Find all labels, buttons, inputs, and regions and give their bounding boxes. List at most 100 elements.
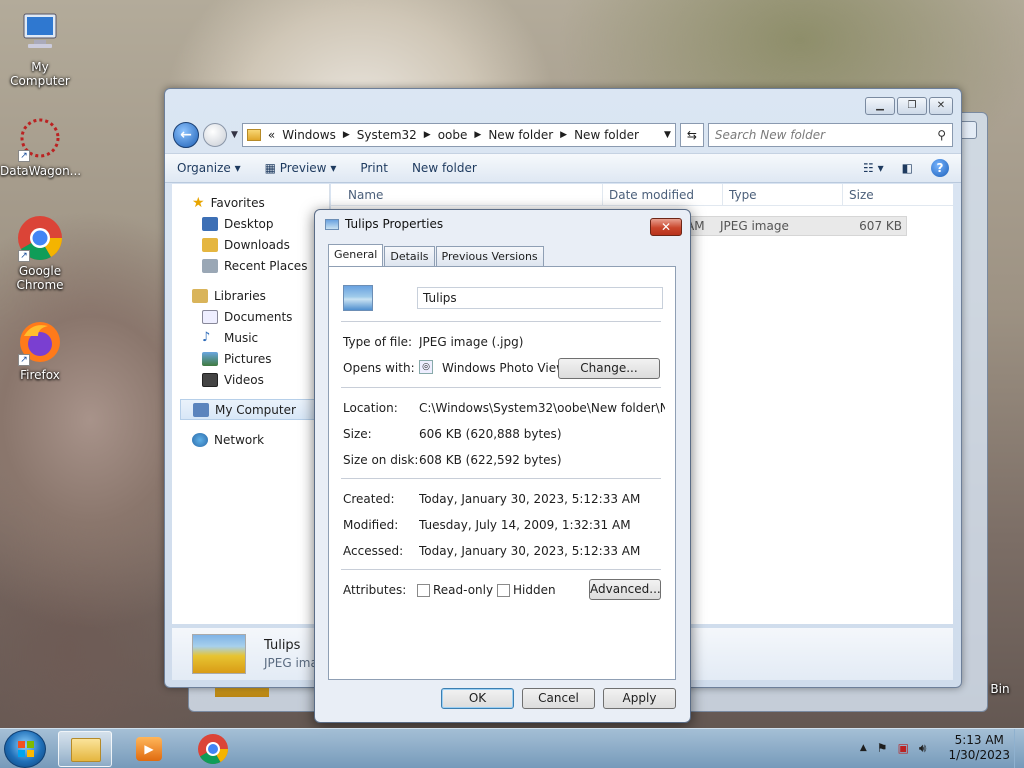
nav-desktop[interactable]: Desktop — [172, 213, 329, 234]
nav-pictures[interactable]: Pictures — [172, 348, 329, 369]
shortcut-arrow-icon: ↗ — [18, 150, 30, 162]
nav-downloads[interactable]: Downloads — [172, 234, 329, 255]
pictures-icon — [202, 351, 218, 366]
back-button[interactable]: ← — [173, 122, 199, 148]
file-row-tulips[interactable]: AM JPEG image 607 KB — [681, 216, 907, 236]
breadcrumb-new-folder-current[interactable]: New folder — [574, 128, 639, 142]
taskbar-media-player[interactable]: ▶ — [122, 731, 176, 767]
desktop-icon-datawagon[interactable]: ↗ DataWagon... — [0, 114, 81, 178]
desktop-icon-label: Google Chrome — [16, 264, 64, 292]
desktop-icon-chrome[interactable]: ↗ Google Chrome — [0, 214, 80, 292]
address-dropdown-icon[interactable]: ▼ — [664, 130, 671, 140]
preview-pane-button[interactable]: ◧ — [902, 161, 913, 175]
nav-documents[interactable]: Documents — [172, 306, 329, 327]
breadcrumb-system32[interactable]: System32 — [357, 128, 417, 142]
breadcrumb-overflow[interactable]: « — [268, 128, 275, 142]
attributes-label: Attributes: — [343, 583, 407, 597]
nav-favorites[interactable]: ★ Favorites — [172, 192, 329, 213]
close-button[interactable]: ✕ — [929, 97, 953, 115]
new-folder-button[interactable]: New folder — [412, 161, 477, 175]
volume-icon[interactable]: 🔊︎ — [919, 741, 927, 756]
column-name[interactable]: Name — [331, 184, 603, 205]
column-date-modified[interactable]: Date modified — [603, 184, 723, 205]
recent-pages-dropdown[interactable]: ▼ — [231, 130, 238, 140]
help-button[interactable]: ? — [931, 159, 949, 177]
read-only-checkbox[interactable] — [417, 584, 430, 597]
dialog-close-button[interactable]: ✕ — [650, 218, 682, 236]
column-type[interactable]: Type — [723, 184, 843, 205]
breadcrumb-separator-icon[interactable]: ▶ — [560, 130, 567, 140]
preview-button[interactable]: ▦ Preview ▾ — [265, 161, 337, 175]
forward-button[interactable] — [203, 123, 227, 147]
nav-my-computer[interactable]: My Computer — [180, 399, 325, 420]
taskbar-chrome[interactable] — [186, 731, 240, 767]
file-type: JPEG image — [720, 219, 789, 233]
datawagon-icon: ↗ — [16, 114, 64, 162]
shortcut-arrow-icon: ↗ — [18, 250, 30, 262]
show-hidden-icons-button[interactable]: ▲ — [860, 743, 867, 753]
tab-previous-versions[interactable]: Previous Versions — [435, 246, 544, 266]
desktop-icon-label: Firefox — [20, 368, 60, 382]
apply-button[interactable]: Apply — [603, 688, 676, 709]
music-icon: ♪ — [202, 330, 211, 345]
change-button[interactable]: Change... — [558, 358, 660, 379]
divider — [341, 321, 661, 322]
nav-recent-places[interactable]: Recent Places — [172, 255, 329, 276]
breadcrumb-separator-icon[interactable]: ▶ — [474, 130, 481, 140]
nav-music[interactable]: ♪ Music — [172, 327, 329, 348]
clock-date: 1/30/2023 — [948, 748, 1010, 762]
breadcrumb-oobe[interactable]: oobe — [438, 128, 468, 142]
taskbar: ▶ ▲ ⚑ ▣ 🔊︎ 5:13 AM 1/30/2023 — [0, 728, 1024, 768]
print-button[interactable]: Print — [360, 161, 388, 175]
tab-details[interactable]: Details — [384, 246, 435, 266]
show-desktop-button[interactable] — [1014, 729, 1024, 768]
clock[interactable]: 5:13 AM 1/30/2023 — [948, 733, 1010, 763]
network-tray-icon[interactable]: ▣ — [898, 741, 909, 755]
hidden-checkbox[interactable] — [497, 584, 510, 597]
location-value: C:\Windows\System32\oobe\New folder\New … — [419, 401, 665, 415]
opens-with-label: Opens with: — [343, 361, 415, 375]
read-only-label[interactable]: Read-only — [433, 583, 493, 597]
breadcrumb-separator-icon[interactable]: ▶ — [343, 130, 350, 140]
column-size[interactable]: Size — [843, 184, 923, 205]
desktop-icon-my-computer[interactable]: My Computer — [0, 10, 80, 88]
search-input[interactable]: Search New folder ⚲ — [707, 123, 953, 147]
type-value: JPEG image (.jpg) — [419, 335, 524, 349]
modified-label: Modified: — [343, 518, 399, 532]
start-button[interactable] — [4, 730, 46, 768]
column-headers: Name Date modified Type Size — [331, 184, 953, 206]
cancel-button[interactable]: Cancel — [522, 688, 595, 709]
dialog-title-bar[interactable]: Tulips Properties — [315, 210, 690, 238]
tab-general[interactable]: General — [328, 244, 384, 266]
nav-videos[interactable]: Videos — [172, 369, 329, 390]
star-icon: ★ — [192, 194, 205, 211]
file-name-field[interactable]: Tulips — [417, 287, 663, 309]
organize-button[interactable]: Organize ▾ — [177, 161, 241, 175]
dialog-title: Tulips Properties — [345, 217, 444, 231]
minimize-button[interactable]: ▁ — [865, 97, 895, 115]
desktop-icon-label: My Computer — [10, 60, 70, 88]
maximize-button[interactable]: ❐ — [897, 97, 927, 115]
modified-value: Tuesday, July 14, 2009, 1:32:31 AM — [419, 518, 631, 532]
nav-network[interactable]: Network — [172, 429, 329, 450]
change-view-button[interactable]: ☷ ▾ — [863, 161, 884, 175]
chrome-icon: ↗ — [16, 214, 64, 262]
properties-dialog[interactable]: Tulips Properties ✕ General Details Prev… — [314, 209, 691, 723]
taskbar-explorer[interactable] — [58, 731, 112, 767]
ok-button[interactable]: OK — [441, 688, 514, 709]
advanced-button[interactable]: Advanced... — [589, 579, 661, 600]
image-file-icon — [343, 285, 373, 311]
hidden-label[interactable]: Hidden — [513, 583, 556, 597]
nav-libraries[interactable]: Libraries — [172, 285, 329, 306]
media-player-icon: ▶ — [136, 737, 162, 761]
desktop-icon-firefox[interactable]: ↗ Firefox — [0, 318, 80, 382]
refresh-button[interactable]: ⇆ — [679, 123, 704, 147]
breadcrumb-separator-icon[interactable]: ▶ — [424, 130, 431, 140]
computer-icon — [16, 10, 64, 58]
action-center-icon[interactable]: ⚑ — [877, 741, 888, 755]
address-bar[interactable]: « Windows ▶ System32 ▶ oobe ▶ New folder… — [241, 123, 676, 147]
breadcrumb-new-folder[interactable]: New folder — [488, 128, 553, 142]
breadcrumb-windows[interactable]: Windows — [282, 128, 336, 142]
accessed-value: Today, January 30, 2023, 5:12:33 AM — [419, 544, 641, 558]
chrome-icon — [198, 734, 228, 765]
